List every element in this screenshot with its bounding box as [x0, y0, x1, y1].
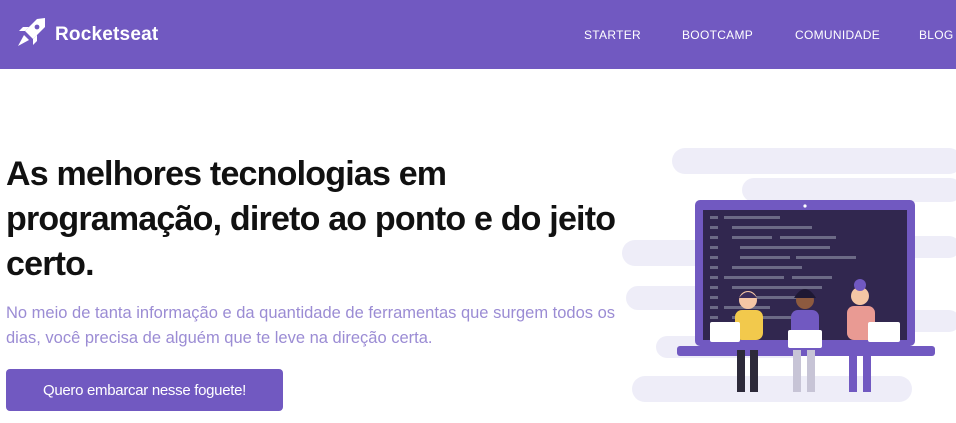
cta-button[interactable]: Quero embarcar nesse foguete!: [6, 369, 283, 411]
nav-link-comunidade[interactable]: COMUNIDADE: [795, 28, 880, 42]
brand-logo-link[interactable]: Rocketseat: [15, 15, 158, 54]
top-navbar: Rocketseat STARTER BOOTCAMP COMUNIDADE B…: [0, 0, 956, 69]
hero-title: As melhores tecnologias em programação, …: [6, 155, 616, 283]
brand-name: Rocketseat: [55, 23, 159, 45]
rocket-icon: [15, 15, 49, 54]
hero-subtitle: No meio de tanta informação e da quantid…: [6, 304, 616, 347]
nav-link-bootcamp[interactable]: BOOTCAMP: [682, 28, 753, 42]
nav-link-starter[interactable]: STARTER: [584, 28, 641, 42]
hero-illustration: [610, 140, 956, 423]
nav-link-blog[interactable]: BLOG: [919, 28, 954, 42]
